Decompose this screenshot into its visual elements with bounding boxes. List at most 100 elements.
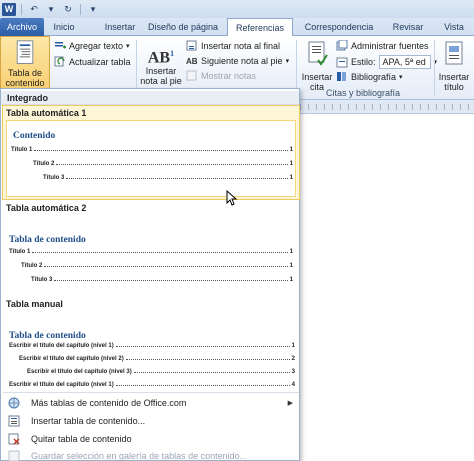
tab-correspondencia[interactable]: Correspondencia [300,18,378,36]
insert-endnote-button[interactable]: Insertar nota al final [186,40,280,51]
preview-line: Título 31 [31,277,293,283]
citation-style-select[interactable]: APA, 5ª ed [378,55,431,69]
manage-sources-label: Administrar fuentes [351,40,429,51]
preview-line: Escribir el título del capítulo (nivel 1… [9,382,295,388]
horizontal-ruler[interactable] [300,100,474,114]
tab-vista[interactable]: Vista [438,18,470,36]
insert-citation-button[interactable]: Insertar cita [298,40,336,92]
submenu-arrow-icon: ▶ [287,400,293,407]
ruler-ticks [300,104,474,110]
tab-inicio[interactable]: Inicio [48,18,80,36]
auto-table-1-preview: Contenido Título 11 Título 21 Título 31 [6,120,296,197]
manage-sources-icon [336,40,348,51]
menu-separator [3,392,299,393]
gallery-item-manual-table[interactable]: Tabla manual Tabla de contenido Escribir… [1,297,299,397]
auto-table-1-title: Tabla automática 1 [6,108,87,118]
preview-line: Título 11 [11,147,293,153]
manage-sources-button[interactable]: Administrar fuentes [336,40,429,51]
next-footnote-dropdown-icon: ▾ [285,57,290,65]
update-table-label: Actualizar tabla [69,56,131,67]
preview-line: Escribir el título del capítulo (nivel 1… [9,343,295,349]
insert-footnote-label-1: Insertar [145,66,177,76]
office-globe-icon [7,397,21,410]
next-footnote-label: Siguiente nota al pie [201,55,283,66]
table-of-contents-icon [16,40,34,64]
customize-quick-access-icon[interactable]: ▾ [86,2,100,16]
tab-archivo[interactable]: Archivo [0,18,44,36]
toc-gallery-dropdown: Integrado Tabla automática 1 Contenido T… [0,88,300,461]
preview-heading: Tabla de contenido [9,235,86,245]
remove-toc-menu-item[interactable]: Quitar tabla de contenido [1,430,299,448]
citations-group-label: Citas y bibliografía [326,88,401,98]
tab-referencias[interactable]: Referencias [227,18,293,37]
add-text-button[interactable]: Agregar texto ▾ [54,40,130,51]
preview-heading: Tabla de contenido [9,331,86,341]
insert-title-button[interactable]: Insertar título [436,40,472,92]
save-selection-label: Guardar selección en galería de tablas d… [31,451,248,461]
undo-icon[interactable]: ↶ [27,2,41,16]
insert-toc-icon [7,415,21,428]
toc-button-label-1: Tabla de [7,68,43,78]
mouse-cursor-icon [226,190,238,206]
update-table-button[interactable]: Actualizar tabla [54,56,131,67]
style-label: Estilo: [351,57,376,67]
preview-line: Título 21 [33,161,293,167]
insert-toc-menu-item[interactable]: Insertar tabla de contenido... [1,412,299,430]
insert-citation-label-1: Insertar [301,72,333,82]
style-icon [336,57,348,67]
quick-access-separator-2 [80,3,81,15]
section-integrado: Integrado [1,91,299,105]
save-selection-icon [7,450,21,461]
show-notes-button[interactable]: Mostrar notas [186,70,256,81]
insert-footnote-label-2: nota al pie [140,76,182,86]
document-area[interactable] [300,100,474,461]
next-footnote-button[interactable]: AB Siguiente nota al pie ▾ [186,55,290,67]
preview-line: Título 11 [9,249,293,255]
insert-citation-label-2: cita [309,82,324,92]
citation-style-control[interactable]: Estilo: APA, 5ª ed ▾ [336,55,437,69]
add-text-label: Agregar texto [69,40,124,51]
add-text-dropdown-icon: ▾ [126,42,130,50]
tab-diseno-de-pagina[interactable]: Diseño de página [143,18,223,36]
more-tables-label: Más tablas de contenido de Office.com [31,398,187,408]
insert-footnote-button[interactable]: AB1 Insertar nota al pie [138,42,184,86]
ribbon-tabs: Archivo Inicio Insertar Diseño de página… [0,18,474,37]
insert-title-label-1: Insertar [438,72,470,82]
footnote-icon: AB1 [147,49,175,67]
bibliography-dropdown-icon: ▾ [399,73,403,81]
more-tables-office-menu-item[interactable]: Más tablas de contenido de Office.com ▶ [1,394,299,412]
preview-line: Título 21 [21,263,293,269]
insert-endnote-label: Insertar nota al final [201,40,281,51]
svg-text:AB: AB [186,57,198,66]
insert-title-label-2: título [444,82,464,92]
next-footnote-icon: AB [186,57,198,66]
redo-icon[interactable]: ↻ [61,2,75,16]
gallery-item-auto-table-1[interactable]: Tabla automática 1 Contenido Título 11 T… [2,105,300,200]
update-table-icon [54,56,65,67]
manual-table-title: Tabla manual [6,299,63,309]
insert-citation-icon [308,41,328,66]
bibliography-icon [337,72,346,81]
undo-dropdown-icon[interactable]: ▾ [44,2,58,16]
tab-insertar[interactable]: Insertar [100,18,140,36]
add-text-icon [55,42,66,49]
bibliography-label: Bibliografía [351,71,397,82]
quick-access-separator [21,3,22,15]
remove-toc-label: Quitar tabla de contenido [31,434,132,444]
tab-revisar[interactable]: Revisar [388,18,428,36]
show-notes-icon [186,70,197,81]
quick-access-toolbar: W ↶ ▾ ↻ ▾ [0,0,474,18]
bibliography-button[interactable]: Bibliografía ▾ [336,71,403,82]
group-separator-3 [434,40,435,96]
remove-toc-icon [7,433,21,446]
word-logo-icon[interactable]: W [2,2,16,16]
insert-toc-label: Insertar tabla de contenido... [31,416,146,426]
save-selection-menu-item[interactable]: Guardar selección en galería de tablas d… [1,447,299,461]
show-notes-label: Mostrar notas [201,70,257,81]
insert-title-icon [445,41,463,65]
preview-heading: Contenido [13,131,56,141]
gallery-item-auto-table-2[interactable]: Tabla automática 2 Tabla de contenido Tí… [1,201,299,291]
preview-line: Escribir el título del capítulo (nivel 2… [19,356,295,362]
auto-table-2-title: Tabla automática 2 [6,203,87,213]
preview-line: Título 31 [43,175,293,181]
